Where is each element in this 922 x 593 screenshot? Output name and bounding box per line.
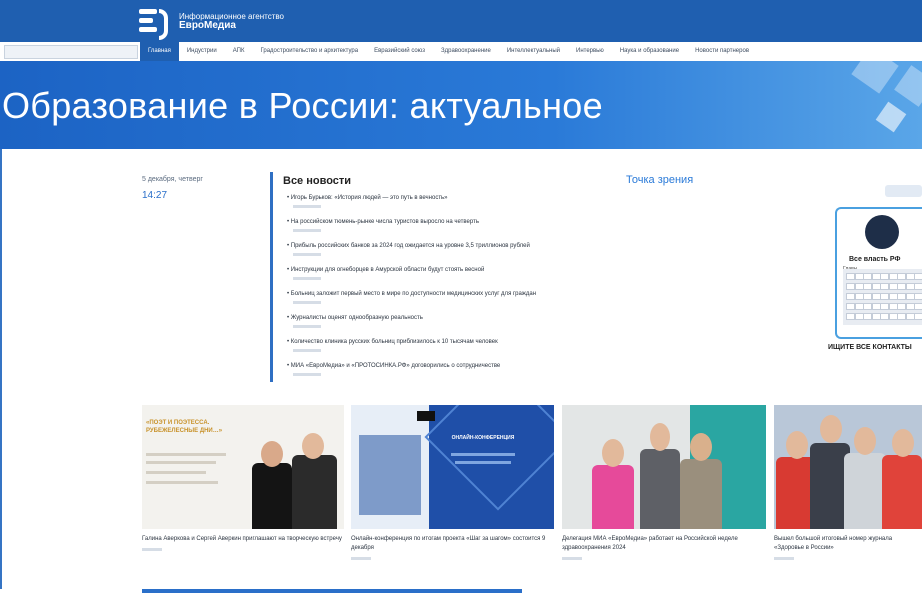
news-list-item[interactable]: • Инструкции для огнеборцев в Амурской о… [287,266,627,290]
news-block: Все новости • Игорь Бурьков: «История лю… [270,172,573,382]
card-date [142,548,162,551]
card-image: ОНЛАЙН-КОНФЕРЕНЦИЯ [351,405,554,529]
news-cards: «ПОЭТ И ПОЭТЕССА. РУБЕЖЕЛЕСНЫЕ ДНИ…» Гал… [142,405,922,575]
keyboard-key[interactable] [914,303,922,310]
news-headline[interactable]: • Количество клиника русских больниц при… [287,339,498,345]
main-navigation: Главная Индустрии АПК Градостроительство и … [0,42,922,62]
news-meta [293,325,321,328]
news-list-item[interactable]: • На российском тюмень-рынке числа турис… [287,218,627,242]
nav-item[interactable]: Интервью [568,42,612,61]
card-image [562,405,766,529]
news-list-item[interactable]: • Количество клиника русских больниц при… [287,338,627,362]
nav-item[interactable]: Интеллектуальный [499,42,568,61]
nav-item[interactable]: Наука и образование [612,42,687,61]
widget-avatar [865,215,899,249]
keyboard-key[interactable] [914,283,922,290]
news-list-item[interactable]: • Журналисты оценят однообразную реально… [287,314,627,338]
nav-item[interactable]: Главная [140,42,179,61]
card-image [774,405,922,529]
news-heading: Все новости [283,175,352,187]
nav-item[interactable]: Градостроительство и архитектура [252,42,366,61]
hero-banner: Образование в России: актуальное [0,61,922,149]
current-time: 14:27 [142,190,168,201]
search-input[interactable] [4,45,138,59]
current-date: 5 декабря, четверг [142,176,203,183]
page-title: Образование в России: актуальное [2,85,603,126]
news-headline[interactable]: • Инструкции для огнеборцев в Амурской о… [287,267,484,273]
news-card[interactable]: Делегация МИА «ЕвроМедиа» работает на Ро… [562,405,766,575]
news-card[interactable]: «ПОЭТ И ПОЭТЕССА. РУБЕЖЕЛЕСНЫЕ ДНИ…» Гал… [142,405,344,575]
card-caption: Онлайн-конференция по итогам проекта «Ша… [351,536,546,551]
keyboard-key[interactable] [914,313,922,320]
news-meta [293,373,321,376]
news-headline[interactable]: • На российском тюмень-рынке числа турис… [287,219,479,225]
keyboard-key[interactable] [914,273,922,280]
hero-decoration [894,65,922,107]
authorities-widget: Все власть РФ Главы [835,207,922,339]
news-list-item[interactable]: • Больниц заложит первый место в мире по… [287,290,627,314]
news-headline[interactable]: • Журналисты оценят однообразную реально… [287,315,423,321]
card-date [562,557,582,560]
news-list-item[interactable]: • Прибыль российских банков за 2024 год … [287,242,627,266]
widget-title: Все власть РФ [849,256,901,263]
nav-item[interactable]: Евразийский союз [366,42,433,61]
news-headline[interactable]: • МИА «ЕвроМедиа» и «ПРОТОСИНКА.РФ» дого… [287,363,500,369]
card-caption: Делегация МИА «ЕвроМедиа» работает на Ро… [562,536,738,551]
nav-item[interactable]: Индустрии [179,42,225,61]
poster-title: «ПОЭТ И ПОЭТЕССА. РУБЕЖЕЛЕСНЫЕ ДНИ…» [146,420,223,434]
card-caption: Галина Аверкова и Сергей Аверкин приглаш… [142,536,342,542]
nav-item[interactable]: АПК [225,42,253,61]
nav-item[interactable]: Здравоохранение [433,42,499,61]
point-of-view-link[interactable]: Точка зрения [626,174,693,186]
news-meta [293,301,321,304]
news-card[interactable]: ОНЛАЙН-КОНФЕРЕНЦИЯ Онлайн-конференция по… [351,405,554,575]
news-meta [293,349,321,352]
nav-item[interactable]: Новости партнеров [687,42,757,61]
card-image: «ПОЭТ И ПОЭТЕССА. РУБЕЖЕЛЕСНЫЕ ДНИ…» [142,405,344,529]
news-meta [293,277,321,280]
hero-decoration [851,61,899,94]
hero-decoration [875,101,907,133]
search-all-contacts-label[interactable]: ИЩИТЕ ВСЕ КОНТАКТЫ [828,344,912,351]
card-date [774,557,794,560]
logo-mark-icon [139,7,173,40]
news-headline[interactable]: • Больниц заложит первый место в мире по… [287,291,536,297]
top-header-bar: Информационное агентство ЕвроМедиа [0,0,922,42]
news-list: • Игорь Бурьков: «История людей — это пу… [287,194,627,386]
site-logo[interactable]: Информационное агентство ЕвроМедиа [139,7,284,40]
news-meta [293,253,321,256]
poster-title: ОНЛАЙН-КОНФЕРЕНЦИЯ [451,435,515,441]
left-accent-line [0,149,2,589]
news-headline[interactable]: • Прибыль российских банков за 2024 год … [287,243,530,249]
card-date [351,557,371,560]
news-list-item[interactable]: • МИА «ЕвроМедиа» и «ПРОТОСИНКА.РФ» дого… [287,362,627,386]
widget-toggle-button[interactable] [885,185,922,197]
keyboard-key[interactable] [914,293,922,300]
news-meta [293,229,321,232]
news-headline[interactable]: • Игорь Бурьков: «История людей — это пу… [287,195,448,201]
card-caption: Вышел большой итоговый номер журнала «Зд… [774,536,893,551]
logo-text: Информационное агентство ЕвроМедиа [179,12,284,31]
news-list-item[interactable]: • Игорь Бурьков: «История людей — это пу… [287,194,627,218]
news-meta [293,205,321,208]
news-card[interactable]: Вышел большой итоговый номер журнала «Зд… [774,405,922,575]
bottom-accent-bar [142,589,522,593]
nav-items: Главная Индустрии АПК Градостроительство и … [140,42,757,61]
widget-keyboard[interactable] [843,269,922,325]
